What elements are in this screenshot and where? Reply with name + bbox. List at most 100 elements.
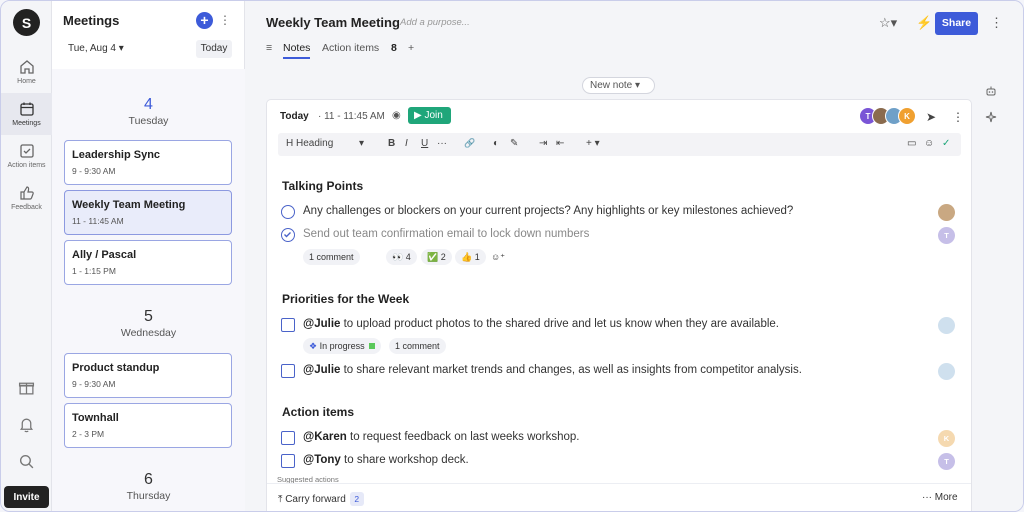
meeting-card[interactable]: Ally / Pascal 1 - 1:15 PM bbox=[64, 240, 232, 285]
meetings-more-icon[interactable]: ⋮ bbox=[219, 13, 231, 27]
app-logo[interactable]: S bbox=[13, 9, 40, 36]
note-more-icon[interactable]: ⋮ bbox=[952, 110, 964, 124]
search-icon[interactable] bbox=[18, 453, 35, 470]
comment-pill[interactable]: 1 comment bbox=[303, 249, 360, 265]
add-tab-button[interactable]: + bbox=[408, 42, 414, 54]
date-picker[interactable]: Tue, Aug 4 ▾ bbox=[68, 43, 124, 54]
app-window: S Home Meetings Action items Feedback In… bbox=[0, 0, 1024, 512]
mention[interactable]: @Tony bbox=[303, 454, 341, 466]
calendar-icon bbox=[19, 102, 34, 116]
rail-action-items[interactable]: Action items bbox=[1, 135, 52, 177]
checkbox[interactable] bbox=[281, 364, 295, 378]
home-icon bbox=[19, 60, 34, 74]
avatar: T bbox=[938, 227, 955, 244]
chevron-down-icon[interactable]: ▾ bbox=[359, 138, 364, 149]
avatar bbox=[938, 363, 955, 380]
comment-icon[interactable]: ▭ bbox=[907, 138, 916, 149]
meeting-card-time: 11 - 11:45 AM bbox=[72, 216, 124, 226]
palette-icon[interactable]: ◐ bbox=[493, 138, 499, 149]
page-title[interactable]: Weekly Team Meeting bbox=[266, 15, 400, 30]
meeting-card-title: Townhall bbox=[72, 412, 119, 424]
new-note-button[interactable]: New note ▾ bbox=[582, 77, 655, 94]
status-badge[interactable]: ❖ In progress bbox=[303, 338, 381, 354]
avatar: K bbox=[898, 107, 916, 125]
day-number: 6 bbox=[144, 471, 153, 488]
day-number: 5 bbox=[144, 308, 153, 325]
mention[interactable]: @Julie bbox=[303, 364, 340, 376]
carry-forward-label: ⤒ Carry forward bbox=[278, 494, 346, 505]
heading-select[interactable]: H Heading bbox=[286, 138, 333, 149]
carry-forward-button[interactable]: ⤒ Carry forward 2 bbox=[278, 492, 364, 506]
day-header: 6 Thursday bbox=[52, 471, 245, 502]
emoji-icon[interactable]: ☺ bbox=[924, 138, 934, 149]
note-time: · 11 - 11:45 AM bbox=[318, 111, 385, 122]
indent-icon[interactable]: ⇥ bbox=[539, 138, 547, 149]
link-icon[interactable]: 🔗 bbox=[464, 138, 475, 149]
checkbox[interactable] bbox=[281, 431, 295, 445]
action-items-count: 8 bbox=[391, 42, 397, 54]
purpose-input[interactable]: Add a purpose... bbox=[400, 17, 470, 28]
mention[interactable]: @Karen bbox=[303, 431, 347, 443]
rail-home[interactable]: Home bbox=[1, 51, 52, 93]
underline-button[interactable]: U bbox=[421, 138, 428, 149]
meeting-card[interactable]: Product standup 9 - 9:30 AM bbox=[64, 353, 232, 398]
more-format-button[interactable]: ··· bbox=[437, 138, 447, 149]
add-reaction-icon[interactable]: ☺⁺ bbox=[485, 249, 511, 265]
meeting-card-time: 2 - 3 PM bbox=[72, 429, 105, 439]
reaction-eyes[interactable]: 👀 4 bbox=[386, 249, 417, 265]
outdent-icon[interactable]: ⇤ bbox=[556, 138, 564, 149]
star-icon[interactable]: ☆▾ bbox=[879, 15, 897, 31]
robot-icon[interactable] bbox=[985, 85, 997, 97]
meeting-card[interactable]: Leadership Sync 9 - 9:30 AM bbox=[64, 140, 232, 185]
send-icon[interactable]: ➤ bbox=[926, 110, 936, 124]
avatar: T bbox=[938, 453, 955, 470]
sparkle-icon[interactable] bbox=[985, 111, 997, 123]
meeting-card-selected[interactable]: Weekly Team Meeting 11 - 11:45 AM bbox=[64, 190, 232, 235]
gift-icon[interactable] bbox=[18, 379, 35, 396]
insert-button[interactable]: + ▾ bbox=[586, 138, 600, 149]
checkbox[interactable] bbox=[281, 318, 295, 332]
meetings-panel: Meetings + ⋮ Tue, Aug 4 ▾ Today 4 Tuesda… bbox=[52, 1, 245, 511]
circle-checkbox[interactable] bbox=[281, 205, 295, 219]
italic-button[interactable]: I bbox=[405, 138, 408, 149]
tab-action-items[interactable]: Action items bbox=[322, 42, 379, 54]
share-button[interactable]: Share bbox=[935, 12, 978, 35]
day-number: 4 bbox=[144, 96, 153, 113]
section-heading: Priorities for the Week bbox=[282, 292, 410, 306]
meetings-list[interactable]: 4 Tuesday Leadership Sync 9 - 9:30 AM We… bbox=[52, 69, 245, 511]
more-icon[interactable]: ⋮ bbox=[990, 15, 1003, 31]
checkbox-icon bbox=[19, 144, 34, 158]
checkbox[interactable] bbox=[281, 454, 295, 468]
day-name: Thursday bbox=[126, 490, 171, 502]
invite-button[interactable]: Invite bbox=[4, 486, 49, 508]
list-icon[interactable]: ≡ bbox=[266, 42, 272, 54]
avatar bbox=[938, 204, 955, 221]
meeting-card-title: Ally / Pascal bbox=[72, 249, 137, 261]
talking-point-text: Any challenges or blockers on your curre… bbox=[303, 205, 794, 217]
meeting-card[interactable]: Townhall 2 - 3 PM bbox=[64, 403, 232, 448]
note-editor: Today · 11 - 11:45 AM ◉ ▶ Join T K ➤ ⋮ H… bbox=[266, 99, 972, 511]
reaction-thumbs[interactable]: 👍 1 bbox=[455, 249, 486, 265]
bold-button[interactable]: B bbox=[388, 138, 395, 149]
add-meeting-button[interactable]: + bbox=[196, 12, 213, 29]
note-date: Today bbox=[280, 111, 309, 122]
rail-feedback[interactable]: Feedback bbox=[1, 177, 52, 219]
record-icon[interactable]: ◉ bbox=[392, 110, 401, 121]
highlighter-icon[interactable]: ✎ bbox=[510, 138, 518, 149]
rail-meetings[interactable]: Meetings bbox=[1, 93, 52, 135]
mention[interactable]: @Julie bbox=[303, 318, 340, 330]
priority-text: to upload product photos to the shared d… bbox=[340, 318, 779, 330]
suggested-actions-bar: ⤒ Carry forward 2 ··· More bbox=[267, 483, 971, 511]
check-icon[interactable]: ✓ bbox=[942, 138, 950, 149]
join-button[interactable]: ▶ Join bbox=[408, 107, 451, 124]
bolt-icon[interactable]: ⚡ bbox=[916, 15, 932, 31]
bell-icon[interactable] bbox=[18, 416, 35, 433]
circle-checkbox-checked[interactable] bbox=[281, 228, 295, 242]
tab-notes[interactable]: Notes bbox=[283, 42, 311, 59]
more-button[interactable]: ··· More bbox=[922, 492, 958, 503]
comment-pill[interactable]: 1 comment bbox=[389, 338, 446, 354]
today-button[interactable]: Today bbox=[196, 40, 232, 58]
reaction-check[interactable]: ✅ 2 bbox=[421, 249, 452, 265]
meeting-card-time: 1 - 1:15 PM bbox=[72, 266, 116, 276]
main-area: Weekly Team Meeting Add a purpose... ☆▾ … bbox=[245, 1, 1023, 511]
